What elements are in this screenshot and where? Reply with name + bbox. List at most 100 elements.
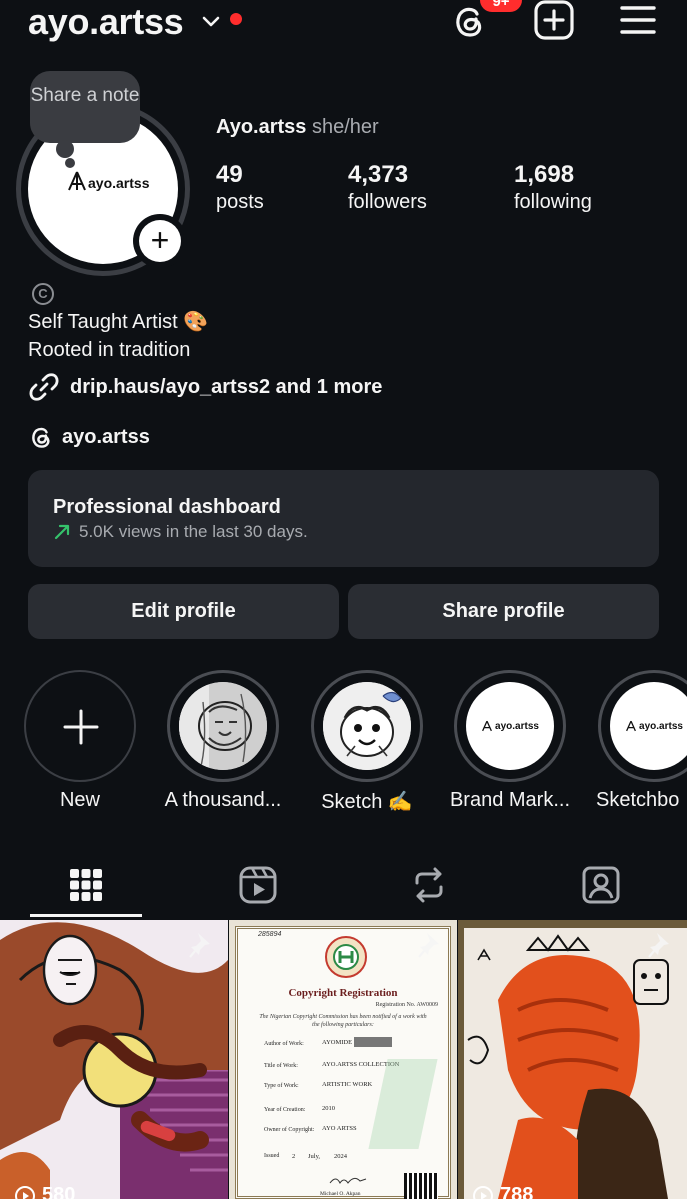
plus-icon: + [139,220,181,262]
highlight-cover: ayo.artss [466,682,554,770]
tab-posts[interactable] [0,852,172,918]
dashboard-subtitle: 5.0K views in the last 30 days. [79,522,308,541]
post-tile[interactable]: 788 [458,920,687,1199]
display-name-row: Ayo.artss she/her [216,116,379,139]
certificate-issued-month: July, [308,1153,321,1160]
threads-icon [32,427,50,448]
highlight-cover [323,682,411,770]
plus-icon [63,709,99,745]
view-count: 788 [472,1184,533,1199]
stat-label: following [514,191,592,213]
certificate-signer: Michael O. Akpan [320,1191,361,1197]
play-icon [473,1185,493,1199]
profile-tabs [0,852,687,918]
highlight-label: Brand Mark... [449,789,571,811]
post-tile[interactable]: 580 [0,920,228,1199]
watermark-shape [368,1059,438,1149]
menu-icon[interactable] [618,2,658,38]
highlight-cover [179,682,267,770]
signature-icon [329,1177,367,1184]
stat-following[interactable]: 1,698 following [514,160,592,214]
highlight-label: New [59,789,100,811]
highlight-cover: ayo.artss [610,682,687,770]
threads-handle: ayo.artss [62,425,150,448]
professional-dashboard[interactable]: Professional dashboard 5.0K views in the… [28,470,659,567]
tab-reposts[interactable] [343,852,515,918]
add-post-icon[interactable] [533,0,575,40]
link-icon [29,373,59,401]
dashboard-title: Professional dashboard [53,496,281,518]
grid-icon [70,869,102,901]
highlight-logo-text: ayo.artss [495,720,539,732]
stat-followers[interactable]: 4,373 followers [348,160,427,214]
pin-icon [648,933,669,958]
certificate-issued-day: 2 [292,1153,296,1160]
certificate-value: AYOMIDE [322,1039,353,1046]
certificate-row: Title of Work: [264,1063,298,1069]
notification-dot [230,13,242,25]
threads-profile-link[interactable]: ayo.artss [28,422,150,452]
qr-code-icon [404,1173,438,1199]
certificate-reg-no: Registration No. AW0009 [375,1002,438,1008]
certificate-issued-year: 2024 [334,1153,347,1160]
certificate-value: ARTISTIC WORK [322,1081,373,1088]
stat-value: 49 [216,161,243,188]
tagged-icon [582,866,620,904]
threads-badge: 9+ [478,0,524,14]
certificate-row: Year of Creation: [264,1107,306,1113]
post-tile[interactable]: 285894 Copyright Registration Registrati… [229,920,457,1199]
pin-icon [418,933,439,958]
bio-line: Self Taught Artist 🎨 [28,311,209,333]
stat-value: 4,373 [348,161,409,188]
new-highlight-button[interactable] [24,670,136,782]
tab-tagged[interactable] [515,852,687,918]
redacted-block [354,1037,392,1047]
stat-value: 1,698 [514,161,575,188]
chevron-down-icon[interactable] [200,10,222,32]
bio-link[interactable]: drip.haus/ayo_artss2 and 1 more [28,370,382,404]
certificate-value: 2010 [322,1105,335,1112]
note-bubble-tail-small [65,158,75,168]
highlight-logo-text: ayo.artss [639,720,683,732]
stat-posts[interactable]: 49 posts [216,160,264,214]
highlight-item[interactable]: ayo.artss [598,670,687,782]
copyright-icon: C [32,283,54,305]
share-profile-button[interactable]: Share profile [348,584,659,639]
highlight-item[interactable] [167,670,279,782]
tab-reels[interactable] [172,852,344,918]
certificate-serial: 285894 [258,931,282,938]
add-story-button[interactable]: + [133,214,187,268]
highlight-item[interactable]: ayo.artss [454,670,566,782]
note-bubble[interactable]: Share a note [30,71,140,143]
certificate-intro: The Nigerian Copyright Commission has be… [259,1014,427,1028]
brand-logo-icon [626,720,636,732]
account-switcher[interactable]: ayo.artss [28,0,184,44]
play-icon [15,1185,35,1199]
brand-logo-icon [482,720,492,732]
view-count: 580 [14,1184,75,1199]
pin-icon [189,933,210,958]
post-artwork [458,920,687,1199]
note-bubble-tail [56,140,74,158]
certificate-row: Type of Work: [264,1083,299,1089]
note-text: Share a note [30,85,140,106]
brand-logo-icon [68,171,86,191]
highlight-label: Sketchbo [596,789,680,811]
certificate-document: 285894 Copyright Registration Registrati… [235,926,451,1199]
certificate-issued-label: Issued [264,1153,280,1159]
view-count-text: 580 [42,1184,76,1199]
highlight-item[interactable] [311,670,423,782]
avatar-logo-text: ayo.artss [88,175,150,191]
certificate-row: Author of Work: [264,1041,304,1047]
stat-label: followers [348,191,427,213]
highlight-label: A thousand... [164,789,282,811]
stat-label: posts [216,191,264,213]
edit-profile-button[interactable]: Edit profile [28,584,339,639]
pronouns: she/her [311,116,379,138]
seal-icon [325,936,367,978]
display-name: Ayo.artss [216,116,307,138]
top-bar: ayo.artss 9+ [0,0,687,48]
trend-up-icon [54,524,70,540]
highlight-label: Sketch ✍️ [321,791,413,813]
reels-icon [239,866,277,904]
